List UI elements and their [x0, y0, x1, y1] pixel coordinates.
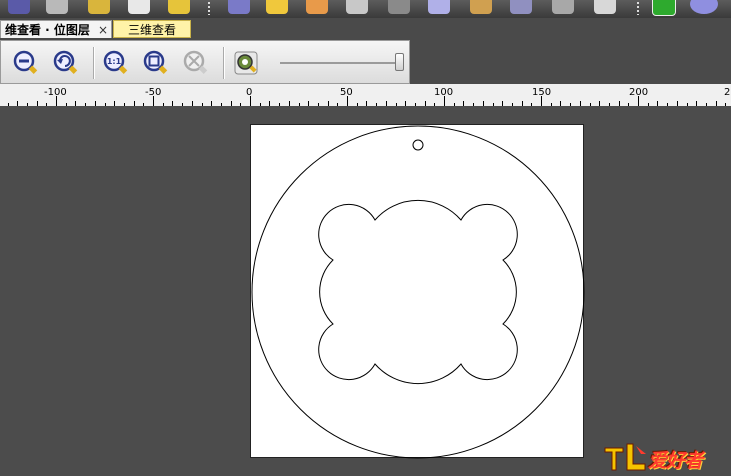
toolbar-separator — [93, 47, 94, 79]
logo-mark-icon — [604, 443, 646, 471]
tools-icon[interactable] — [346, 0, 368, 14]
watermark-logo: 爱好者 — [603, 440, 723, 472]
tab-bar: 维查看 · 位图层 × 三维查看 — [0, 18, 731, 40]
main-toolbar — [0, 0, 731, 18]
zoom-selection-icon[interactable] — [183, 50, 209, 76]
toolbar-separator — [223, 47, 224, 79]
triangle-icon[interactable] — [510, 0, 532, 14]
hanging-hole — [412, 139, 424, 151]
tab-3d-view[interactable]: 三维查看 — [113, 20, 191, 38]
close-icon[interactable]: × — [98, 21, 108, 39]
ruler-label: -50 — [145, 87, 162, 98]
watermark-text: 爱好者 — [648, 450, 703, 472]
outer-circle — [251, 125, 585, 459]
undo-zoom-icon[interactable] — [53, 50, 79, 76]
gear-icon[interactable] — [88, 0, 110, 14]
window-icon[interactable] — [428, 0, 450, 14]
sphere-icon[interactable] — [690, 0, 718, 14]
zoom-slider-thumb[interactable] — [395, 53, 404, 71]
folder-icon[interactable] — [168, 0, 190, 14]
warning-icon[interactable] — [266, 0, 288, 14]
render-icon[interactable] — [233, 50, 259, 76]
zoom-slider-track[interactable] — [280, 62, 404, 64]
layers-icon[interactable] — [128, 0, 150, 14]
bitmap-drawing — [251, 125, 585, 459]
tab-bitmap-view[interactable]: 维查看 · 位图层 × — [0, 20, 112, 38]
ruler-ticks — [8, 96, 726, 106]
settings-icon[interactable] — [470, 0, 492, 14]
green-button-icon[interactable] — [652, 0, 676, 16]
tab-label: 三维查看 — [127, 23, 176, 37]
fit-window-icon[interactable] — [143, 50, 169, 76]
stack-icon[interactable] — [552, 0, 574, 14]
horizontal-ruler: -100 -50 0 50 100 150 200 2 — [0, 84, 731, 107]
shield-icon[interactable] — [228, 0, 250, 14]
actual-size-icon[interactable]: 1:1 — [103, 50, 129, 76]
star-icon[interactable] — [8, 0, 30, 14]
zoom-out-icon[interactable] — [13, 50, 39, 76]
globe-icon[interactable] — [306, 0, 328, 14]
ruler-label: 200 — [629, 87, 649, 98]
tab-label: 维查看 · 位图层 — [5, 23, 90, 37]
print-icon[interactable] — [388, 0, 410, 14]
cube-icon[interactable] — [594, 0, 616, 14]
view-toolbar: 1:1 — [0, 40, 410, 84]
svg-text:1:1: 1:1 — [107, 57, 122, 66]
ruler-label: 100 — [434, 87, 454, 98]
refresh-icon[interactable] — [46, 0, 68, 14]
inner-cutout-shape — [318, 199, 518, 385]
ruler-label: 2 — [724, 87, 731, 98]
ruler-label: 150 — [532, 87, 552, 98]
ruler-label: 0 — [246, 87, 253, 98]
toolbar-grip[interactable] — [208, 2, 210, 15]
toolbar-grip-2[interactable] — [637, 2, 639, 15]
ruler-label: 50 — [340, 87, 353, 98]
ruler-label: -100 — [44, 87, 67, 98]
drawing-sheet[interactable] — [250, 124, 585, 459]
